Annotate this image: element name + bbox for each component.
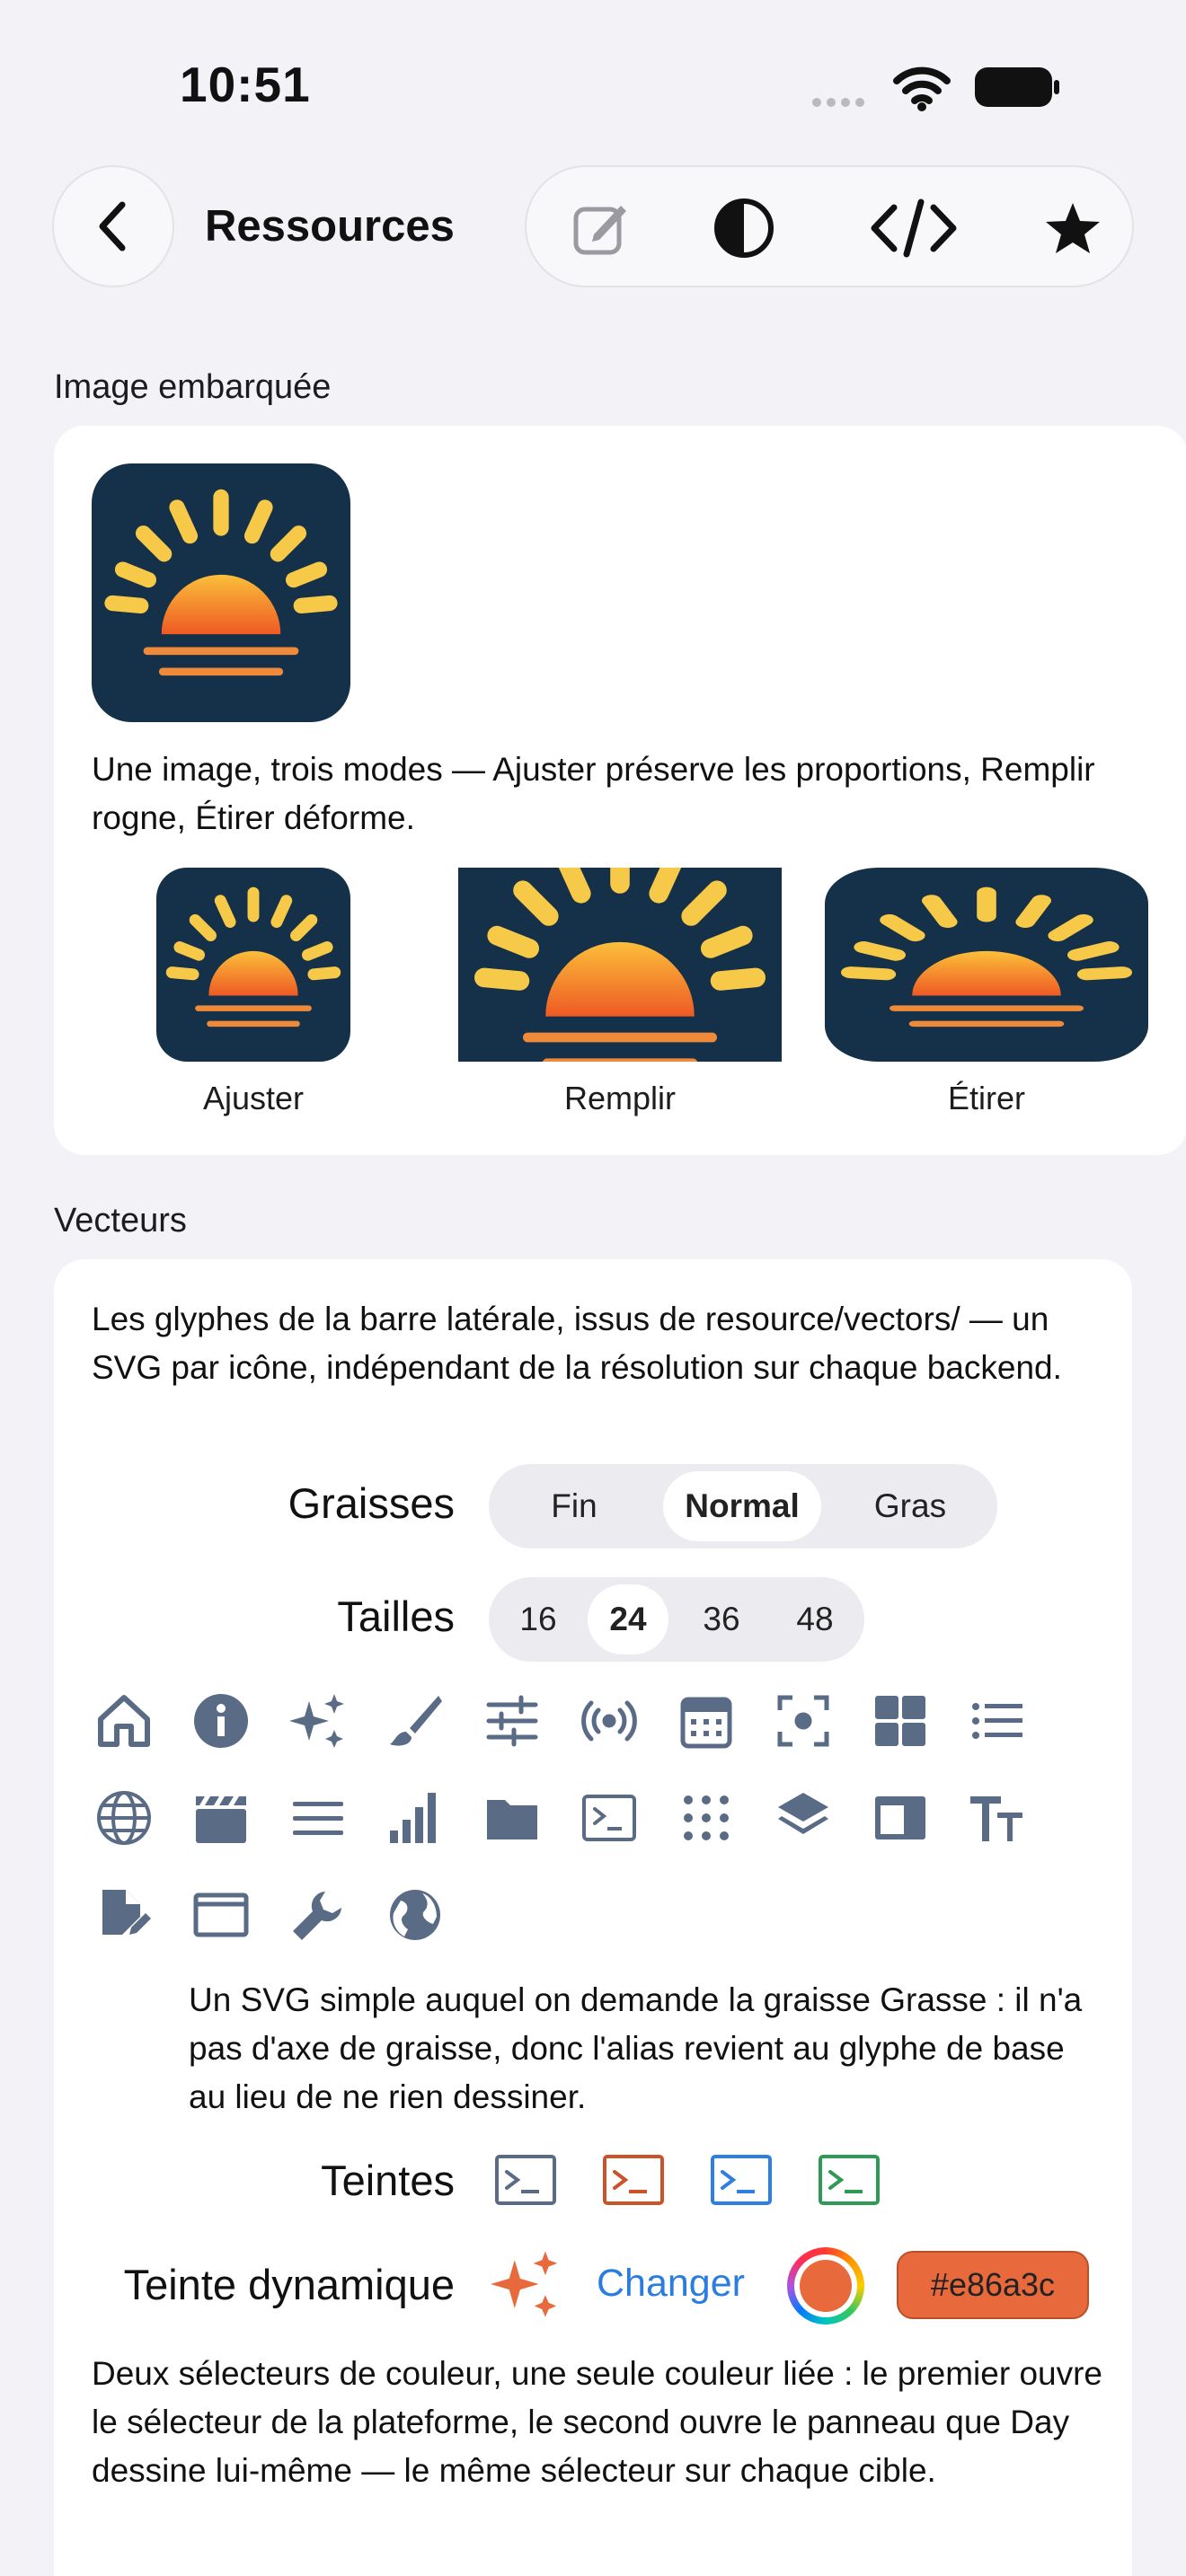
- globe-icon: [93, 1787, 155, 1848]
- sizes-segmented-control: 16 24 36 48: [489, 1577, 864, 1662]
- fallback-note: Un SVG simple auquel on demande la grais…: [189, 1981, 1083, 2115]
- terminal-icon: [579, 1787, 640, 1848]
- terminal-icon-green: [819, 2155, 880, 2205]
- star-icon[interactable]: [1035, 190, 1111, 266]
- terminal-icon-gray: [495, 2155, 556, 2205]
- menu-icon: [288, 1787, 349, 1848]
- status-time: 10:51: [180, 57, 311, 112]
- layers-icon: [773, 1787, 834, 1848]
- size-option-16[interactable]: 16: [498, 1584, 579, 1654]
- focus-icon: [773, 1690, 834, 1751]
- paintbrush-icon: [385, 1690, 446, 1751]
- picker-note: Deux sélecteurs de couleur, une seule co…: [92, 2355, 1103, 2489]
- size-option-48[interactable]: 48: [774, 1584, 855, 1654]
- bars-chart-icon: [385, 1787, 446, 1848]
- contrast-icon[interactable]: [706, 190, 782, 266]
- mode-label-stretch: Étirer: [947, 1080, 1025, 1116]
- dots-grid-icon: [676, 1787, 737, 1848]
- sparkles-icon: [288, 1690, 349, 1751]
- chevron-left-icon: [99, 201, 126, 251]
- weight-option-bold[interactable]: Gras: [834, 1471, 987, 1541]
- mode-fit-image: [156, 868, 350, 1062]
- code-icon[interactable]: [864, 190, 963, 266]
- section-label-embedded: Image embarquée: [54, 368, 332, 406]
- wifi-icon: [893, 66, 951, 111]
- toolbar: [525, 165, 1134, 287]
- doc-edit-icon: [93, 1884, 155, 1945]
- dynamic-tint-label: Teinte dynamique: [123, 2261, 455, 2308]
- weight-option-normal[interactable]: Normal: [663, 1471, 821, 1541]
- weights-label: Graisses: [288, 1479, 455, 1527]
- calendar-icon: [676, 1690, 737, 1751]
- mode-label-fill: Remplir: [563, 1080, 676, 1116]
- sliders-icon: [482, 1690, 543, 1751]
- section-label-vectors: Vecteurs: [54, 1202, 187, 1239]
- back-button[interactable]: [52, 165, 174, 287]
- grid-icon: [870, 1690, 931, 1751]
- folder-icon: [482, 1787, 543, 1848]
- wrench-icon: [288, 1884, 349, 1945]
- sparkles-icon-tinted: [491, 2249, 561, 2319]
- terminal-icon-orange: [603, 2155, 664, 2205]
- mode-fill-image: [458, 868, 782, 1062]
- embedded-app-image: [92, 463, 350, 722]
- vectors-description: Les glyphes de la barre latérale, issus …: [92, 1301, 1062, 1386]
- tints-label: Teintes: [321, 2157, 455, 2204]
- terminal-icon-blue: [711, 2155, 772, 2205]
- text-size-icon: [967, 1787, 1028, 1848]
- broadcast-icon: [579, 1690, 640, 1751]
- mode-label-fit: Ajuster: [202, 1080, 305, 1116]
- color-wheel-button[interactable]: [787, 2247, 864, 2325]
- compose-icon[interactable]: [562, 190, 638, 266]
- hex-color-button[interactable]: #e86a3c: [897, 2251, 1089, 2319]
- size-option-36[interactable]: 36: [681, 1584, 762, 1654]
- cellular-dots-icon: [812, 95, 870, 111]
- info-icon: [190, 1690, 252, 1751]
- window-sidebar-icon: [870, 1787, 931, 1848]
- home-icon: [93, 1690, 155, 1751]
- window-icon: [190, 1884, 252, 1945]
- size-option-24[interactable]: 24: [588, 1584, 668, 1654]
- change-color-button[interactable]: Changer: [597, 2262, 745, 2306]
- weights-segmented-control: Fin Normal Gras: [489, 1464, 997, 1548]
- sizes-label: Tailles: [337, 1592, 455, 1640]
- clapperboard-icon: [190, 1787, 252, 1848]
- mode-stretch-image: [825, 868, 1148, 1062]
- page-title: Ressources: [205, 202, 455, 251]
- embedded-description: Une image, trois modes — Ajuster préserv…: [92, 751, 1095, 836]
- battery-icon: [975, 67, 1059, 107]
- selected-color-swatch: [800, 2260, 852, 2312]
- earth-icon: [385, 1884, 446, 1945]
- weight-option-thin[interactable]: Fin: [498, 1471, 651, 1541]
- list-icon: [967, 1690, 1028, 1751]
